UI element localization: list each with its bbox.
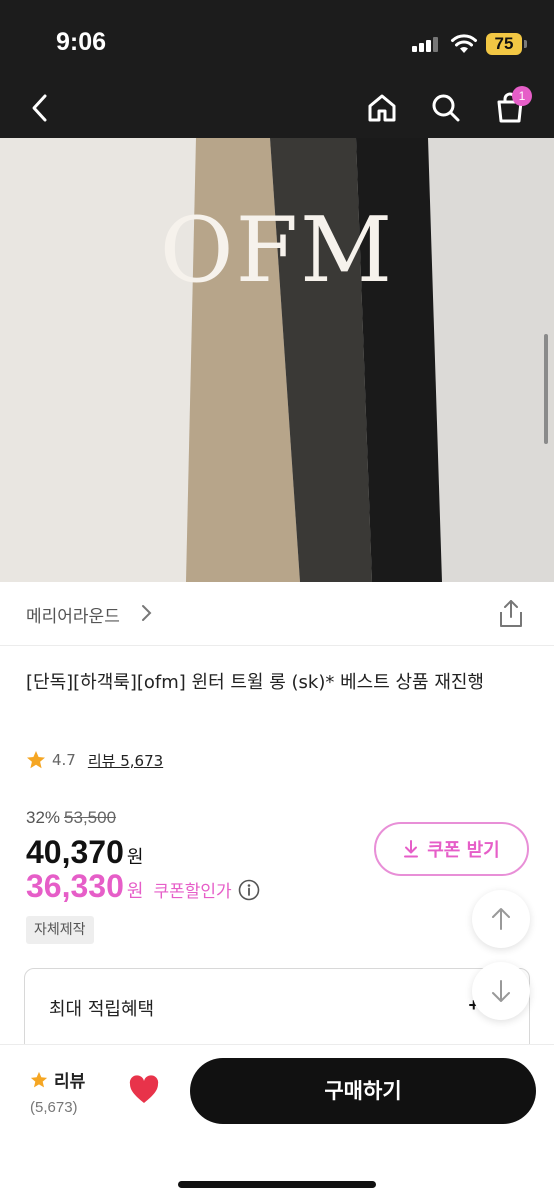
- info-icon[interactable]: [238, 879, 260, 901]
- original-price: 53,500: [64, 808, 117, 827]
- coupon-price-unit: 원: [126, 881, 144, 902]
- review-summary[interactable]: 리뷰: [30, 1067, 85, 1092]
- product-title: [단독][하객룩][ofm] 윈터 트윌 롱 (sk)* 베스트 상품 재진행: [26, 672, 484, 693]
- battery-tip: [524, 40, 527, 48]
- coupon-price-row: 36,330 원 쿠폰할인가: [26, 868, 260, 905]
- discount-row: 32% 53,500: [26, 808, 116, 828]
- cart-button[interactable]: 1: [488, 86, 532, 130]
- back-button[interactable]: [18, 86, 62, 130]
- search-icon: [432, 94, 460, 122]
- share-button[interactable]: [496, 598, 526, 630]
- rating-row: 4.7 리뷰 5,673: [26, 748, 163, 772]
- status-time: 9:06: [56, 28, 107, 56]
- bottom-action-bar: 리뷰 (5,673) 구매하기: [0, 1044, 554, 1200]
- brand-row: 메리어라운드: [0, 582, 554, 646]
- cart-badge: 1: [512, 86, 532, 106]
- status-bar: 9:06 75: [0, 0, 554, 80]
- get-coupon-button[interactable]: 쿠폰 받기: [374, 822, 529, 876]
- brand-logo-text: OFM: [159, 198, 395, 303]
- product-image[interactable]: OFM: [0, 138, 554, 582]
- home-indicator: [178, 1181, 376, 1188]
- discount-percent: 32%: [26, 808, 61, 827]
- get-coupon-label: 쿠폰 받기: [427, 840, 500, 861]
- scroll-up-button[interactable]: [472, 890, 530, 948]
- review-count-link[interactable]: 리뷰 5,673: [88, 750, 163, 771]
- download-icon: [404, 840, 419, 858]
- signal-icon: [412, 36, 440, 52]
- product-tag: 자체제작: [26, 916, 94, 944]
- scroll-indicator: [544, 334, 548, 444]
- battery-icon: 75: [486, 33, 522, 55]
- home-icon: [368, 94, 396, 122]
- rating-value: 4.7: [52, 751, 76, 769]
- brand-link[interactable]: 메리어라운드: [26, 602, 120, 627]
- coupon-price: 36,330: [26, 868, 124, 904]
- wifi-icon: [451, 34, 477, 53]
- sale-price: 40,370: [26, 834, 124, 870]
- star-icon: [30, 1071, 48, 1087]
- buy-button[interactable]: 구매하기: [190, 1058, 536, 1124]
- star-icon: [27, 751, 45, 769]
- arrow-up-icon: [492, 908, 510, 930]
- search-button[interactable]: [424, 86, 468, 130]
- reward-benefit-label: 최대 적립혜택: [49, 999, 155, 1020]
- share-icon: [500, 600, 522, 627]
- chevron-right-icon[interactable]: [140, 604, 152, 622]
- review-summary-label: 리뷰: [54, 1072, 86, 1092]
- price-row: 40,370 원: [26, 834, 143, 871]
- price-unit: 원: [126, 847, 144, 868]
- back-arrow-icon: [32, 94, 47, 122]
- home-button[interactable]: [360, 86, 404, 130]
- scroll-down-button[interactable]: [472, 962, 530, 1020]
- review-summary-count: (5,673): [30, 1099, 78, 1116]
- top-nav: 1: [0, 80, 554, 138]
- wishlist-heart-icon[interactable]: [128, 1075, 160, 1105]
- arrow-down-icon: [492, 980, 510, 1002]
- coupon-price-label: 쿠폰할인가: [153, 882, 232, 902]
